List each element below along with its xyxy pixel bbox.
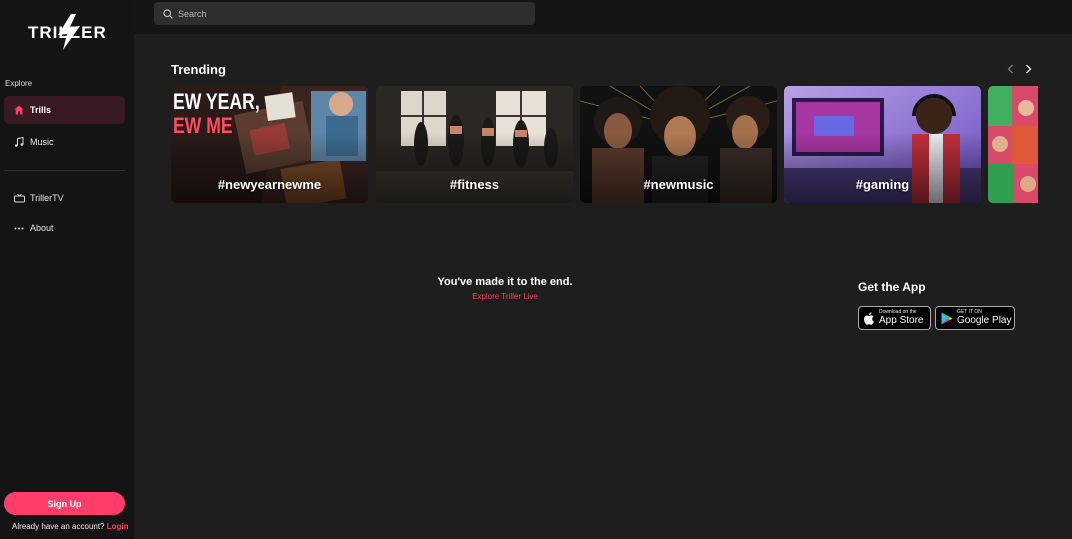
logo-wordmark: TRILLER	[28, 23, 107, 42]
sidebar-item-trillertv[interactable]: TrillerTV	[4, 184, 125, 212]
app-store-big-text: App Store	[879, 315, 924, 326]
trending-card-newmusic[interactable]: #newmusic	[580, 86, 777, 203]
trending-carousel: EW YEAR, EW ME #newyearnewme #fitness #n…	[171, 86, 1038, 203]
card-hashtag: #newyearnewme	[217, 177, 322, 192]
google-play-big-text: Google Play	[957, 315, 1012, 326]
trending-card-gaming[interactable]: #gaming	[784, 86, 981, 203]
trending-heading: Trending	[171, 62, 226, 77]
more-dots-icon	[13, 222, 25, 234]
chevron-right-icon	[1025, 64, 1031, 74]
google-play-button[interactable]: GET IT ON Google Play	[935, 306, 1015, 330]
music-note-icon	[13, 136, 25, 148]
sidebar-item-label: TrillerTV	[30, 193, 64, 203]
sidebar-item-label: About	[30, 223, 54, 233]
trending-card-partial[interactable]	[988, 86, 1038, 203]
home-icon	[13, 104, 25, 116]
triller-logo[interactable]: TRILLER	[28, 14, 108, 50]
card-overlay-text: EW YEAR, EW ME	[173, 89, 260, 139]
card-hashtag: #fitness	[449, 177, 500, 192]
card-hashtag: #gaming	[855, 177, 910, 192]
explore-triller-live-link[interactable]: Explore Triller Live	[405, 292, 605, 301]
login-link[interactable]: Login	[107, 522, 129, 531]
sidebar-item-about[interactable]: About	[4, 214, 125, 242]
sidebar-item-label: Music	[30, 137, 54, 147]
account-prompt: Already have an account? Login	[12, 522, 129, 531]
card-hashtag: #newmusic	[643, 177, 714, 192]
sidebar: TRILLER Explore Trills Music TrillerTV A…	[0, 0, 134, 539]
search-box[interactable]	[154, 2, 535, 25]
get-the-app-heading: Get the App	[858, 280, 926, 294]
app-store-button[interactable]: Download on the App Store	[858, 306, 931, 330]
carousel-next-button[interactable]	[1021, 62, 1035, 76]
sidebar-item-music[interactable]: Music	[4, 128, 125, 156]
search-input[interactable]	[178, 8, 518, 19]
top-bar	[134, 0, 1072, 34]
explore-section-label: Explore	[5, 79, 33, 88]
sidebar-item-label: Trills	[30, 105, 52, 115]
sign-up-button[interactable]: Sign Up	[4, 492, 125, 515]
trending-card-newyearnewme[interactable]: EW YEAR, EW ME #newyearnewme	[171, 86, 368, 203]
search-icon	[163, 8, 173, 19]
apple-icon	[864, 311, 874, 325]
carousel-prev-button[interactable]	[1003, 62, 1017, 76]
google-play-icon	[941, 312, 953, 324]
account-prompt-text: Already have an account?	[12, 522, 105, 531]
tv-icon	[13, 192, 25, 204]
sidebar-divider	[4, 170, 125, 171]
end-of-feed-message: You've made it to the end.	[437, 276, 573, 288]
trending-card-fitness[interactable]: #fitness	[376, 86, 573, 203]
sidebar-item-trills[interactable]: Trills	[4, 96, 125, 124]
chevron-left-icon	[1007, 64, 1013, 74]
card-thumbnail	[988, 86, 1038, 203]
